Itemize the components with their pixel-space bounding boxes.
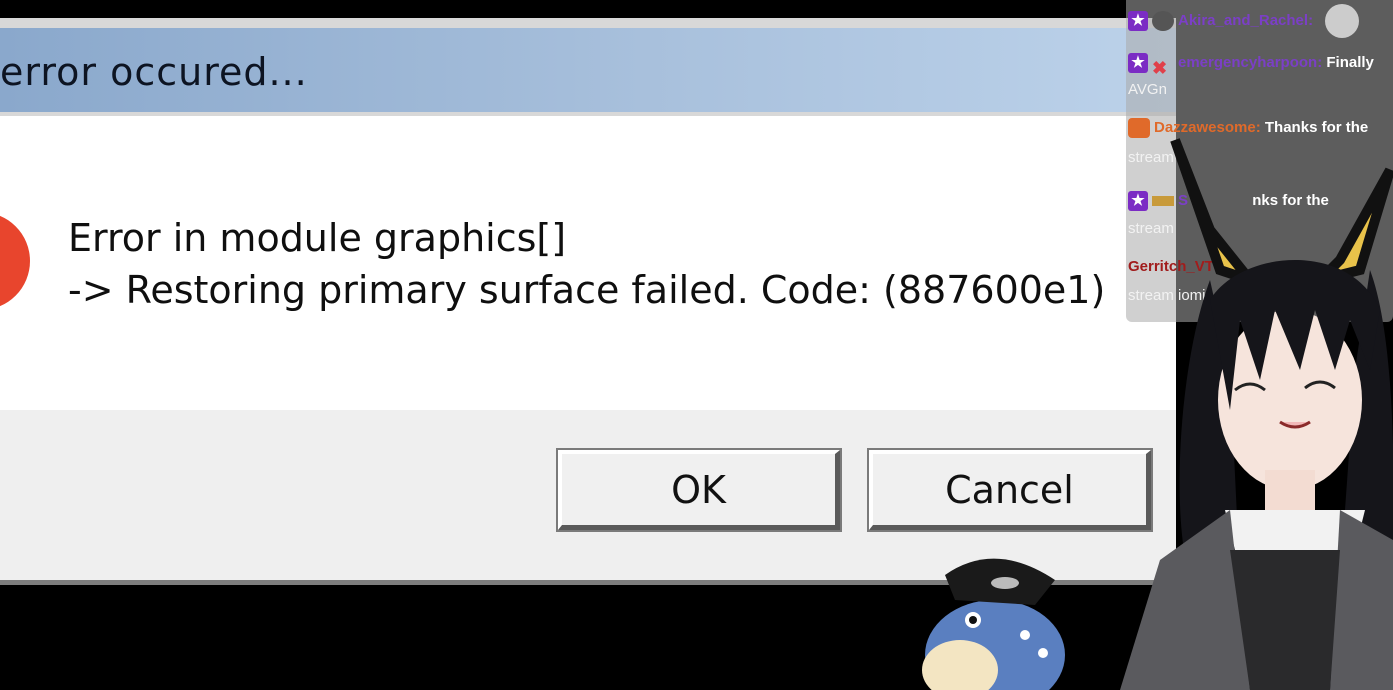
chat-message: ★ Akira_and_Rachel: [1128, 4, 1390, 38]
dialog-titlebar[interactable]: error occured... [0, 28, 1176, 112]
vtuber-avatar [1120, 138, 1393, 690]
chat-text: Finally [1326, 54, 1374, 71]
star-badge-icon: ★ [1128, 53, 1148, 74]
chat-message: ★ ✖ emergencyharpoon: Finally [1128, 48, 1390, 78]
error-message-line1: Error in module graphics[] [68, 216, 567, 260]
heart-x-badge-icon: ✖ [1152, 58, 1168, 79]
chat-username: Akira_and_Rachel: [1178, 11, 1314, 29]
error-dialog: error occured... ✕ Error in module graph… [0, 18, 1176, 585]
chat-avatar-icon [1325, 4, 1360, 38]
error-message-line2: -> Restoring primary surface failed. Cod… [68, 268, 1106, 312]
chat-username: emergencyharpoon: [1178, 54, 1323, 71]
dialog-title: error occured... [0, 50, 308, 94]
error-x-icon: ✕ [0, 212, 30, 310]
ok-button[interactable]: OK [558, 450, 840, 530]
chat-text-continued: AVGn [1128, 81, 1167, 98]
glasses-badge-icon [1152, 11, 1174, 31]
mascot-creature [922, 558, 1065, 690]
star-badge-icon: ★ [1128, 11, 1148, 31]
dialog-content: ✕ Error in module graphics[] -> Restorin… [0, 116, 1176, 410]
